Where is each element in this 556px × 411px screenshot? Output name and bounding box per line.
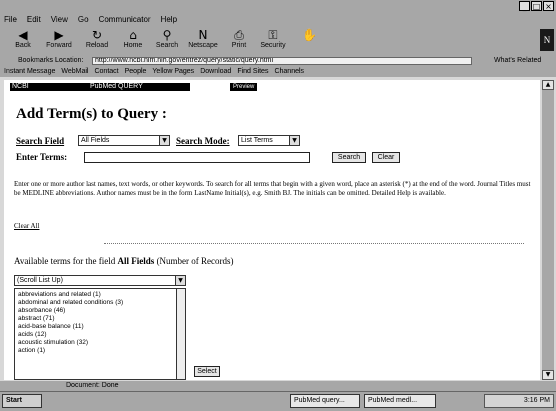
ncbi-banner: NCBI PubMed QUERY [10, 83, 190, 91]
scroll-down-arrow-icon[interactable]: ▼ [542, 370, 554, 380]
lock-icon: ⚿ [268, 28, 278, 42]
available-terms-heading: Available terms for the field All Fields… [14, 256, 234, 266]
start-button[interactable]: Start [2, 394, 42, 408]
personal-toolbar: Instant Message WebMail Contact People Y… [0, 66, 556, 77]
netscape-icon: N [198, 28, 208, 42]
menu-help[interactable]: Help [161, 14, 177, 26]
taskbar-item-pubmed-query[interactable]: PubMed query... [290, 394, 360, 408]
search-submit-button[interactable]: Search [332, 152, 366, 163]
system-clock: 3:16 PM [484, 394, 554, 408]
list-item[interactable]: acid-base balance (11) [18, 323, 182, 331]
page-scrollbar[interactable]: ▲ ▼ [542, 80, 554, 380]
link-yellow-pages[interactable]: Yellow Pages [152, 66, 194, 77]
stop-button[interactable]: ✋ [292, 28, 326, 42]
list-item[interactable]: abstract (71) [18, 315, 182, 323]
window-title-bar: _ □ × [0, 0, 556, 14]
reload-icon: ↻ [91, 28, 103, 42]
close-button[interactable]: × [543, 1, 554, 11]
print-icon: ⎙ [234, 28, 244, 42]
clear-button[interactable]: Clear [372, 152, 400, 163]
forward-arrow-icon: ▶ [54, 28, 64, 42]
terms-listbox[interactable]: abbreviations and related (1) abdominal … [14, 288, 186, 380]
whats-related-button[interactable]: What's Related [494, 56, 541, 66]
list-item[interactable]: abdominal and related conditions (3) [18, 299, 182, 307]
reload-button[interactable]: ↻ Reload [80, 28, 114, 49]
link-find-sites[interactable]: Find Sites [237, 66, 268, 77]
link-people[interactable]: People [125, 66, 147, 77]
page-content: NCBI PubMed QUERY Preview Add Term(s) to… [4, 80, 540, 380]
forward-button[interactable]: ▶ Forward [42, 28, 76, 49]
menu-file[interactable]: File [4, 14, 17, 26]
scroll-list-up-select[interactable]: (Scroll List Up) ▼ [14, 275, 186, 286]
search-mode-label[interactable]: Search Mode: [176, 136, 230, 146]
status-bar: Document: Done [0, 381, 556, 391]
preview-button[interactable]: Preview [230, 83, 258, 91]
list-item[interactable]: action (1) [18, 347, 182, 355]
taskbar-item-pubmed-medline[interactable]: PubMed medl... [364, 394, 436, 408]
netscape-button[interactable]: N Netscape [186, 28, 220, 49]
scroll-up-arrow-icon[interactable]: ▲ [542, 80, 554, 90]
home-icon: ⌂ [129, 28, 137, 42]
terms-input[interactable] [84, 152, 310, 163]
menu-go[interactable]: Go [78, 14, 89, 26]
location-bar: Bookmarks Location: http://www.ncbi.nlm.… [0, 56, 556, 66]
status-text: Document: Done [66, 382, 119, 389]
security-button[interactable]: ⚿ Security [256, 28, 290, 49]
section-divider [104, 243, 524, 244]
search-icon: ⚲ [162, 28, 172, 42]
netscape-logo-icon: N [540, 29, 554, 51]
chevron-down-icon: ▼ [175, 276, 185, 285]
list-item[interactable]: acids (12) [18, 331, 182, 339]
search-mode-select[interactable]: List Terms ▼ [238, 135, 300, 146]
taskbar: Start PubMed query... PubMed medl... 3:1… [0, 391, 556, 411]
menu-bar: File Edit View Go Communicator Help [0, 14, 556, 26]
list-item[interactable]: acoustic stimulation (32) [18, 339, 182, 347]
maximize-button[interactable]: □ [531, 1, 542, 11]
menu-view[interactable]: View [51, 14, 68, 26]
clear-all-link[interactable]: Clear All [14, 222, 39, 230]
search-field-select[interactable]: All Fields ▼ [78, 135, 170, 146]
select-button[interactable]: Select [194, 366, 220, 377]
search-button[interactable]: ⚲ Search [150, 28, 184, 49]
page-title: Add Term(s) to Query : [16, 106, 167, 122]
link-instant-message[interactable]: Instant Message [4, 66, 55, 77]
back-arrow-icon: ◀ [18, 28, 28, 42]
listbox-scrollbar[interactable] [176, 289, 185, 379]
enter-terms-label: Enter Terms: [16, 152, 68, 162]
menu-edit[interactable]: Edit [27, 14, 41, 26]
print-button[interactable]: ⎙ Print [222, 28, 256, 49]
bookmarks-button[interactable]: Bookmarks Location: [18, 56, 83, 66]
chevron-down-icon: ▼ [159, 136, 169, 145]
link-channels[interactable]: Channels [274, 66, 304, 77]
minimize-button[interactable]: _ [519, 1, 530, 11]
link-webmail[interactable]: WebMail [61, 66, 88, 77]
link-download[interactable]: Download [200, 66, 231, 77]
stop-icon: ✋ [302, 28, 317, 42]
link-contact[interactable]: Contact [94, 66, 118, 77]
instructions-text: Enter one or more author last names, tex… [14, 180, 531, 197]
search-field-label[interactable]: Search Field [16, 136, 64, 146]
chevron-down-icon: ▼ [289, 136, 299, 145]
back-button[interactable]: ◀ Back [6, 28, 40, 49]
list-item[interactable]: absorbance (46) [18, 307, 182, 315]
menu-communicator[interactable]: Communicator [99, 14, 151, 26]
url-field[interactable]: http://www.ncbi.nlm.nih.gov/entrez/query… [92, 57, 472, 65]
list-item[interactable]: abbreviations and related (1) [18, 291, 182, 299]
navigation-toolbar: ◀ Back ▶ Forward ↻ Reload ⌂ Home ⚲ Searc… [0, 26, 556, 56]
home-button[interactable]: ⌂ Home [116, 28, 150, 49]
